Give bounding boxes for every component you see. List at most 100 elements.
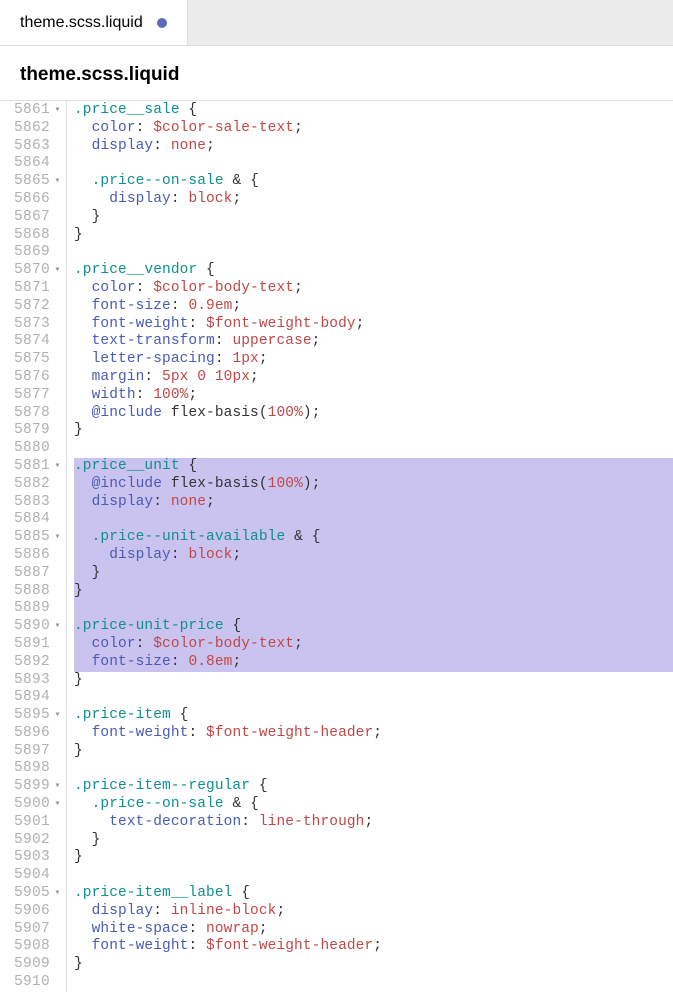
- line-number: 5873: [10, 316, 50, 334]
- gutter-line: 5885▾: [10, 529, 63, 547]
- filename-text: theme.scss.liquid: [20, 64, 179, 85]
- modified-indicator-icon: [157, 18, 167, 28]
- file-tab[interactable]: theme.scss.liquid: [0, 0, 188, 45]
- gutter-line: 5883: [10, 494, 63, 512]
- fold-toggle-icon[interactable]: ▾: [52, 778, 63, 796]
- code-line[interactable]: display: inline-block;: [74, 903, 673, 921]
- code-line[interactable]: @include flex-basis(100%);: [74, 476, 673, 494]
- code-line[interactable]: font-size: 0.8em;: [74, 654, 673, 672]
- code-line[interactable]: color: $color-sale-text;: [74, 120, 673, 138]
- code-line[interactable]: [74, 974, 673, 992]
- line-number: 5885: [10, 529, 50, 547]
- code-line[interactable]: }: [74, 227, 673, 245]
- code-line[interactable]: font-weight: $font-weight-header;: [74, 725, 673, 743]
- code-line[interactable]: display: block;: [74, 547, 673, 565]
- fold-toggle-icon[interactable]: ▾: [52, 885, 63, 903]
- gutter-line: 5905▾: [10, 885, 63, 903]
- gutter-line: 5879: [10, 422, 63, 440]
- filename-header: theme.scss.liquid: [0, 46, 673, 101]
- code-line[interactable]: .price__unit {: [74, 458, 673, 476]
- line-number: 5886: [10, 547, 50, 565]
- line-number: 5865: [10, 173, 50, 191]
- code-editor[interactable]: 5861▾5862586358645865▾586658675868586958…: [0, 101, 673, 992]
- line-number: 5866: [10, 191, 50, 209]
- code-line[interactable]: .price-item--regular {: [74, 778, 673, 796]
- line-number: 5909: [10, 956, 50, 974]
- gutter-line: 5900▾: [10, 796, 63, 814]
- code-line[interactable]: }: [74, 832, 673, 850]
- code-line[interactable]: [74, 600, 673, 618]
- code-line[interactable]: }: [74, 672, 673, 690]
- code-line[interactable]: letter-spacing: 1px;: [74, 351, 673, 369]
- gutter-line: 5876: [10, 369, 63, 387]
- line-number: 5895: [10, 707, 50, 725]
- code-line[interactable]: [74, 244, 673, 262]
- line-number: 5899: [10, 778, 50, 796]
- fold-toggle-icon[interactable]: ▾: [52, 173, 63, 191]
- code-line[interactable]: }: [74, 849, 673, 867]
- code-line[interactable]: .price--on-sale & {: [74, 796, 673, 814]
- gutter-line: 5909: [10, 956, 63, 974]
- fold-toggle-icon[interactable]: ▾: [52, 618, 63, 636]
- code-line[interactable]: .price--unit-available & {: [74, 529, 673, 547]
- code-line[interactable]: font-weight: $font-weight-header;: [74, 938, 673, 956]
- code-line[interactable]: [74, 155, 673, 173]
- code-line[interactable]: font-weight: $font-weight-body;: [74, 316, 673, 334]
- code-line[interactable]: }: [74, 209, 673, 227]
- line-number: 5869: [10, 244, 50, 262]
- fold-toggle-icon[interactable]: ▾: [52, 529, 63, 547]
- code-line[interactable]: .price__vendor {: [74, 262, 673, 280]
- gutter-line: 5870▾: [10, 262, 63, 280]
- line-number: 5907: [10, 921, 50, 939]
- gutter-line: 5867: [10, 209, 63, 227]
- code-line[interactable]: text-transform: uppercase;: [74, 333, 673, 351]
- code-line[interactable]: text-decoration: line-through;: [74, 814, 673, 832]
- code-line[interactable]: @include flex-basis(100%);: [74, 405, 673, 423]
- code-line[interactable]: width: 100%;: [74, 387, 673, 405]
- code-line[interactable]: .price-unit-price {: [74, 618, 673, 636]
- tab-filename: theme.scss.liquid: [20, 14, 143, 32]
- fold-toggle-icon[interactable]: ▾: [52, 102, 63, 120]
- gutter-line: 5891: [10, 636, 63, 654]
- line-number: 5874: [10, 333, 50, 351]
- code-line[interactable]: .price--on-sale & {: [74, 173, 673, 191]
- code-line[interactable]: display: none;: [74, 138, 673, 156]
- line-number: 5877: [10, 387, 50, 405]
- code-line[interactable]: }: [74, 956, 673, 974]
- code-line[interactable]: }: [74, 743, 673, 761]
- code-line[interactable]: font-size: 0.9em;: [74, 298, 673, 316]
- line-number: 5901: [10, 814, 50, 832]
- code-line[interactable]: }: [74, 565, 673, 583]
- line-number: 5883: [10, 494, 50, 512]
- gutter-line: 5881▾: [10, 458, 63, 476]
- code-line[interactable]: .price-item__label {: [74, 885, 673, 903]
- code-line[interactable]: .price__sale {: [74, 102, 673, 120]
- code-area[interactable]: .price__sale { color: $color-sale-text; …: [67, 101, 673, 992]
- line-number: 5875: [10, 351, 50, 369]
- gutter-line: 5884: [10, 511, 63, 529]
- code-line[interactable]: .price-item {: [74, 707, 673, 725]
- code-line[interactable]: }: [74, 583, 673, 601]
- code-line[interactable]: }: [74, 422, 673, 440]
- gutter-line: 5871: [10, 280, 63, 298]
- fold-toggle-icon[interactable]: ▾: [52, 707, 63, 725]
- code-line[interactable]: display: none;: [74, 494, 673, 512]
- code-line[interactable]: color: $color-body-text;: [74, 280, 673, 298]
- code-line[interactable]: [74, 689, 673, 707]
- code-line[interactable]: [74, 760, 673, 778]
- code-line[interactable]: [74, 440, 673, 458]
- code-line[interactable]: display: block;: [74, 191, 673, 209]
- fold-toggle-icon[interactable]: ▾: [52, 796, 63, 814]
- fold-toggle-icon[interactable]: ▾: [52, 262, 63, 280]
- code-line[interactable]: margin: 5px 0 10px;: [74, 369, 673, 387]
- code-line[interactable]: white-space: nowrap;: [74, 921, 673, 939]
- code-line[interactable]: color: $color-body-text;: [74, 636, 673, 654]
- code-line[interactable]: [74, 867, 673, 885]
- gutter-line: 5899▾: [10, 778, 63, 796]
- line-number: 5881: [10, 458, 50, 476]
- fold-toggle-icon[interactable]: ▾: [52, 458, 63, 476]
- line-number: 5908: [10, 938, 50, 956]
- line-number: 5870: [10, 262, 50, 280]
- code-line[interactable]: [74, 511, 673, 529]
- gutter-line: 5894: [10, 689, 63, 707]
